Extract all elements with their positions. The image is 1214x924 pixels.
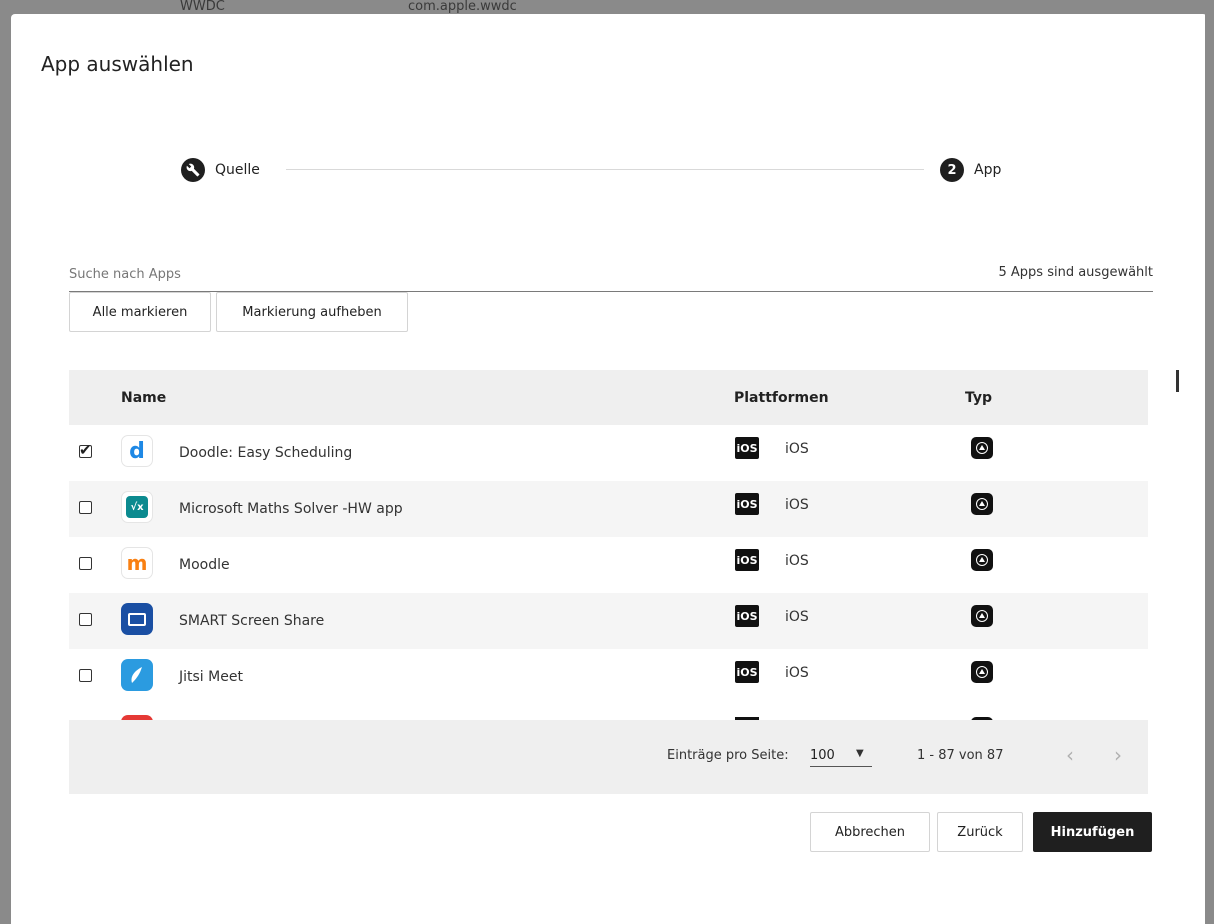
platform-text: iOS [785,497,809,513]
screen-share-icon [121,603,153,635]
column-header-type[interactable]: Typ [965,390,992,406]
dialog-title: App auswählen [41,52,194,76]
step-source[interactable]: Quelle [181,154,260,186]
select-all-button[interactable]: Alle markieren [69,292,211,332]
search-input[interactable] [69,262,829,286]
moodle-icon: m [121,547,153,579]
table-row[interactable]: √x Microsoft Maths Solver -HW app iOS iO… [69,481,1148,537]
maths-solver-icon: √x [121,491,153,523]
wrench-icon [181,158,205,182]
search-row: 5 Apps sind ausgewählt [69,262,1153,292]
table-paginator: Einträge pro Seite: 100 ▼ 1 - 87 von 87 … [69,720,1148,794]
per-page-select[interactable]: 100 ▼ [810,746,872,767]
per-page-value: 100 [810,748,835,763]
background-table-row: WWDC com.apple.wwdc [0,0,1214,14]
app-store-icon [971,549,993,571]
back-button[interactable]: Zurück [937,812,1023,852]
next-page-button[interactable]: › [1103,740,1133,770]
jitsi-icon [121,659,153,691]
row-checkbox[interactable] [79,557,92,570]
row-checkbox[interactable]: ✔ [79,441,92,459]
table-row[interactable]: SMART Screen Share iOS iOS [69,593,1148,649]
table-row[interactable]: Jitsi Meet iOS iOS [69,649,1148,705]
ios-badge: iOS [735,605,759,627]
step-app[interactable]: 2 App [940,154,1001,186]
ios-badge: iOS [735,661,759,683]
background-text: WWDC [180,0,225,14]
ios-badge: iOS [735,437,759,459]
app-store-icon [971,605,993,627]
app-name: Doodle: Easy Scheduling [179,445,353,461]
deselect-button[interactable]: Markierung aufheben [216,292,408,332]
row-checkbox[interactable] [79,501,92,514]
step-connector [286,169,924,170]
table-row-partial [69,705,1148,720]
step-number: 2 [940,158,964,182]
per-page-label: Einträge pro Seite: [667,748,789,763]
platform-text: iOS [785,553,809,569]
table-header: Name Plattformen Typ [69,370,1148,425]
column-header-name[interactable]: Name [121,390,166,406]
ios-badge: iOS [735,549,759,571]
app-name: Microsoft Maths Solver -HW app [179,501,403,517]
platform-text: iOS [785,609,809,625]
chevron-down-icon: ▼ [856,748,864,759]
step-label: App [974,162,1002,178]
selected-count: 5 Apps sind ausgewählt [998,265,1154,280]
backdrop-edge [1205,14,1214,924]
app-name: Jitsi Meet [179,669,243,685]
platform-text: iOS [785,665,809,681]
app-select-dialog: App auswählen Quelle 2 App 5 Apps sind a… [11,14,1207,924]
doodle-icon: d [121,435,153,467]
background-text: com.apple.wwdc [408,0,517,14]
app-store-icon [971,437,993,459]
table-body: ✔ d Doodle: Easy Scheduling iOS iOS √x M… [69,425,1148,720]
stepper: Quelle 2 App [11,154,1207,190]
app-name: SMART Screen Share [179,613,325,629]
scrollbar-indicator[interactable] [1176,370,1179,392]
column-header-platforms[interactable]: Plattformen [734,390,829,406]
table-row[interactable]: ✔ d Doodle: Easy Scheduling iOS iOS [69,425,1148,481]
app-name: Moodle [179,557,230,573]
app-store-icon [971,661,993,683]
previous-page-button[interactable]: ‹ [1055,740,1085,770]
cancel-button[interactable]: Abbrechen [810,812,930,852]
app-store-icon [971,493,993,515]
apps-table: Name Plattformen Typ ✔ d Doodle: Easy Sc… [69,370,1148,794]
platform-text: iOS [785,441,809,457]
row-checkbox[interactable] [79,613,92,626]
table-row[interactable]: m Moodle iOS iOS [69,537,1148,593]
step-label: Quelle [215,162,260,178]
page-range: 1 - 87 von 87 [917,748,1004,763]
ios-badge: iOS [735,493,759,515]
checkmark-icon: ✔ [79,441,92,459]
add-button[interactable]: Hinzufügen [1033,812,1152,852]
row-checkbox[interactable] [79,669,92,682]
